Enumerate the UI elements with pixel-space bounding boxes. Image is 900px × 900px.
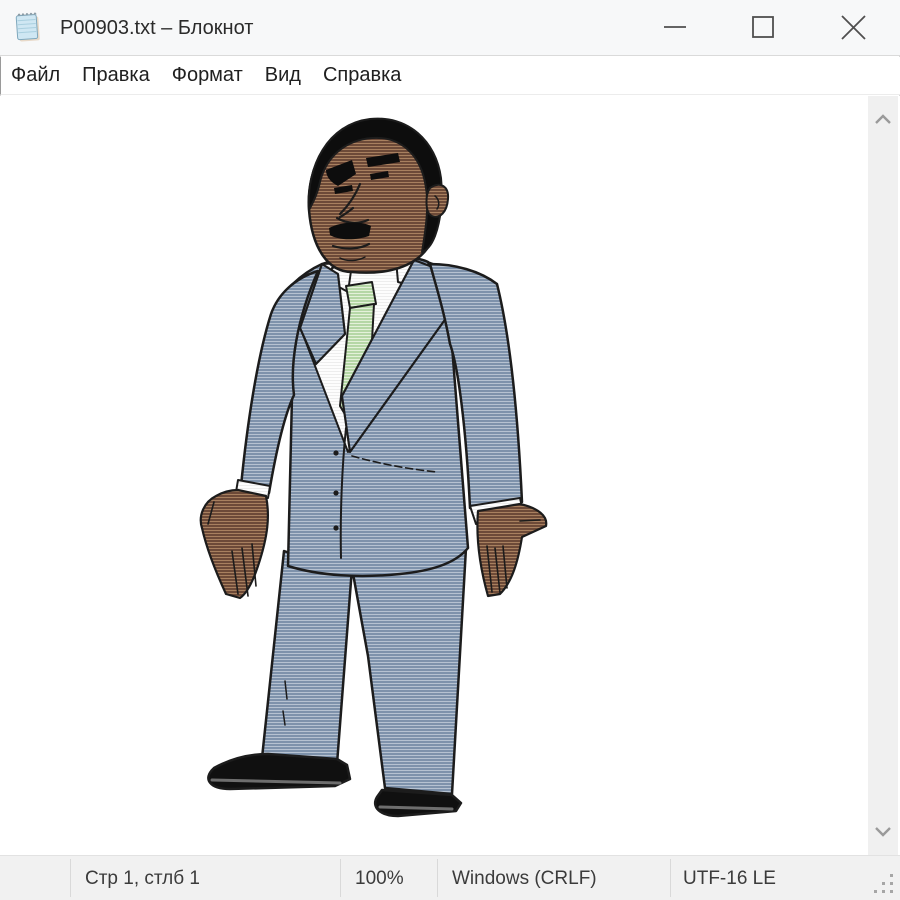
menu-view[interactable]: Вид (265, 64, 301, 87)
notepad-icon (12, 11, 46, 45)
menu-file[interactable]: Файл (11, 64, 60, 87)
menu-help[interactable]: Справка (323, 64, 401, 87)
window-title: P00903.txt – Блокнот (60, 0, 253, 56)
menu-bar: Файл Правка Формат Вид Справка (0, 57, 900, 95)
vertical-scrollbar[interactable] (868, 96, 898, 855)
resize-grip[interactable] (870, 870, 896, 896)
text-editor-area[interactable] (0, 96, 900, 855)
cursor-position-status: Стр 1, стлб 1 (85, 856, 200, 900)
minimize-button[interactable] (645, 0, 705, 54)
status-divider (70, 859, 71, 897)
title-bar[interactable]: P00903.txt – Блокнот (0, 0, 900, 56)
encoding-status: UTF-16 LE (683, 856, 776, 900)
close-icon (840, 14, 867, 41)
maximize-icon (751, 15, 775, 39)
minimize-icon (663, 15, 687, 39)
status-divider (340, 859, 341, 897)
status-divider (670, 859, 671, 897)
zoom-level-status: 100% (355, 856, 404, 900)
menu-format[interactable]: Формат (172, 64, 243, 87)
figure-illustration (0, 96, 868, 855)
status-divider (437, 859, 438, 897)
scroll-down-button[interactable] (868, 817, 898, 847)
line-ending-status: Windows (CRLF) (452, 856, 597, 900)
notepad-window: P00903.txt – Блокнот Файл Правка Формат … (0, 0, 900, 900)
maximize-button[interactable] (733, 0, 793, 54)
close-button[interactable] (823, 0, 883, 54)
status-bar: Стр 1, стлб 1 100% Windows (CRLF) UTF-16… (0, 855, 900, 900)
chevron-down-icon (875, 827, 891, 837)
scroll-up-button[interactable] (868, 104, 898, 134)
chevron-up-icon (875, 114, 891, 124)
menu-edit[interactable]: Правка (82, 64, 150, 87)
